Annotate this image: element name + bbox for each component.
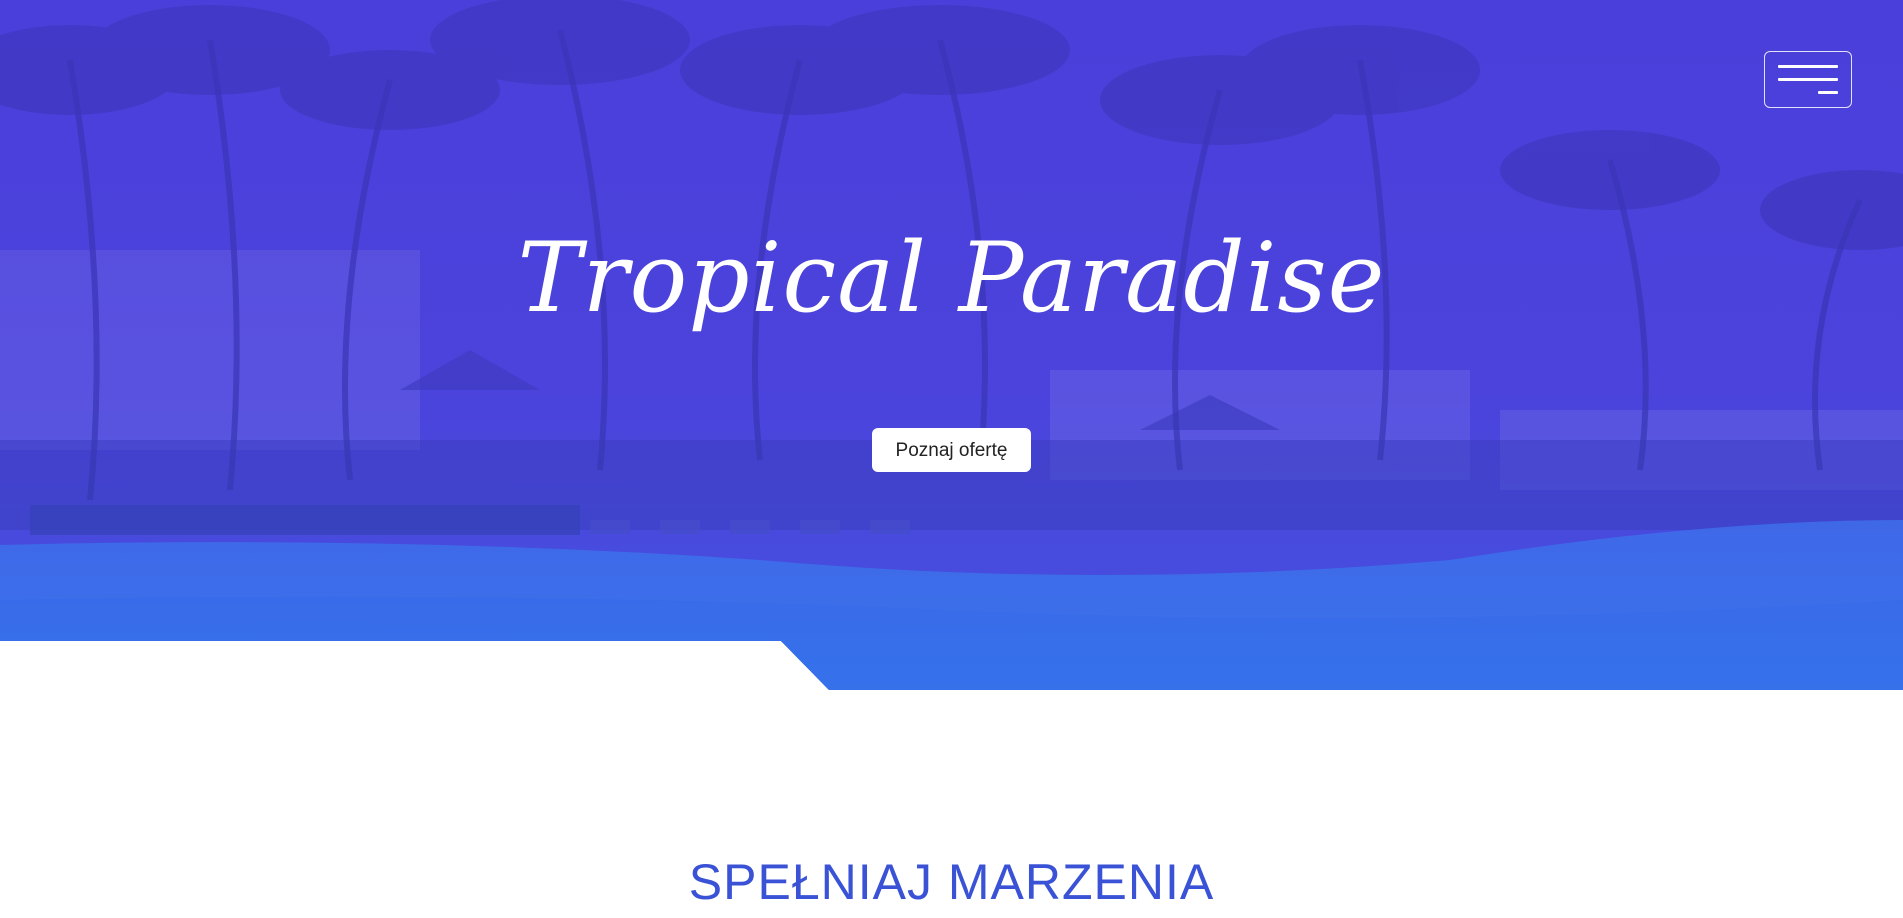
menu-toggle-button[interactable] bbox=[1764, 51, 1852, 108]
hero-banner: Tropical Paradise Poznaj ofertę bbox=[0, 0, 1903, 690]
section-title: SPEŁNIAJ MARZENIA bbox=[688, 854, 1215, 910]
explore-offer-button[interactable]: Poznaj ofertę bbox=[872, 428, 1031, 472]
hero-color-overlay bbox=[0, 0, 1903, 690]
hero-title: Tropical Paradise bbox=[517, 222, 1386, 334]
